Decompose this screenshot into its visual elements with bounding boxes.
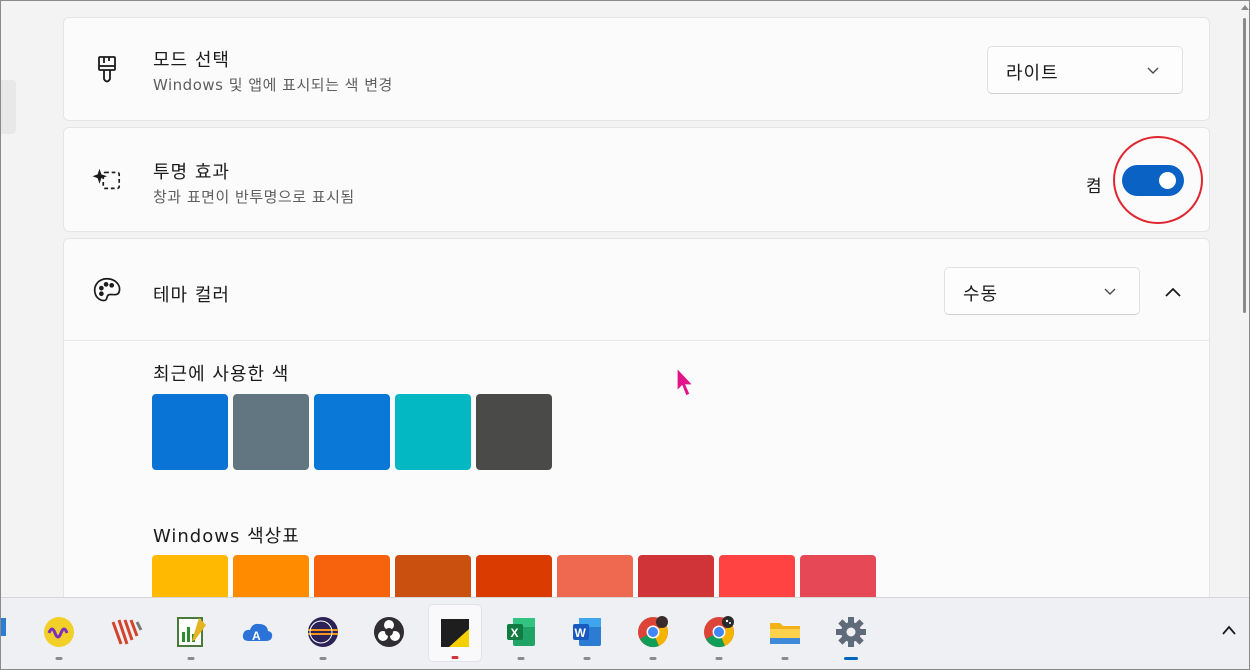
taskbar-item-cloud-a-app[interactable]: A xyxy=(230,604,284,662)
transparency-effects-icon xyxy=(92,164,122,194)
running-indicator xyxy=(451,656,459,659)
recent-color-swatch-4[interactable] xyxy=(395,394,471,470)
taskbar-item-file-explorer[interactable] xyxy=(758,604,812,662)
recent-colors-title: 최근에 사용한 색 xyxy=(153,364,290,385)
running-indicator xyxy=(517,657,525,660)
taskbar-item-stripes-app[interactable] xyxy=(98,604,152,662)
recent-color-swatch-5[interactable] xyxy=(476,394,552,470)
transparency-title: 투명 효과 xyxy=(153,162,230,183)
taskbar-item-chrome-profile-2[interactable] xyxy=(692,604,746,662)
running-indicator xyxy=(715,657,723,660)
mouse-cursor-icon xyxy=(676,367,695,397)
svg-text:X: X xyxy=(511,626,519,640)
taskbar-item-obs[interactable] xyxy=(362,604,416,662)
svg-text:A: A xyxy=(252,629,261,643)
chevron-up-icon xyxy=(1165,287,1181,297)
recent-color-swatch-3[interactable] xyxy=(314,394,390,470)
taskbar-item-chrome-profile-1[interactable] xyxy=(626,604,680,662)
mode-setting-card: 모드 선택 Windows 및 앱에 표시되는 색 변경 라이트 xyxy=(63,17,1210,121)
palette-title: Windows 색상표 xyxy=(153,526,300,547)
chrome-profile-2-icon xyxy=(704,616,734,648)
taskbar-item-word[interactable]: W xyxy=(560,604,614,662)
mode-dropdown[interactable]: 라이트 xyxy=(987,46,1183,94)
chrome-profile-1-icon xyxy=(638,616,668,648)
scrollbar[interactable] xyxy=(1239,0,1250,597)
taskbar-item-excel[interactable]: X xyxy=(494,604,548,662)
section-divider xyxy=(64,340,1209,341)
running-indicator xyxy=(649,657,657,660)
scroll-up-arrow-icon[interactable] xyxy=(1241,5,1249,10)
running-indicator xyxy=(319,657,327,660)
file-explorer-icon xyxy=(770,623,800,644)
running-indicator xyxy=(844,657,858,660)
obs-icon xyxy=(374,617,404,647)
recent-colors-row xyxy=(152,394,552,470)
word-icon: W xyxy=(573,618,601,646)
collapse-button[interactable] xyxy=(1158,281,1188,303)
partial-app-icon[interactable] xyxy=(0,612,7,642)
transparency-setting-card: 투명 효과 창과 표면이 반투명으로 표시됨 켬 xyxy=(63,127,1210,232)
sticky-notes-icon xyxy=(441,619,469,647)
running-indicator xyxy=(187,657,195,660)
running-indicator xyxy=(781,657,789,660)
taskbar-item-circle-wave-app[interactable] xyxy=(32,604,86,662)
theme-color-title: 테마 컬러 xyxy=(153,285,230,306)
eclipse-app-icon xyxy=(308,617,338,647)
highlight-circle xyxy=(1113,136,1203,224)
running-indicator xyxy=(55,657,63,660)
stripes-app-icon xyxy=(111,619,143,645)
taskbar-item-sticky-notes[interactable] xyxy=(428,604,482,662)
mode-description: Windows 및 앱에 표시되는 색 변경 xyxy=(153,76,393,94)
scrollbar-thumb[interactable] xyxy=(1243,18,1246,313)
notepad-chart-app-icon xyxy=(177,617,206,647)
paintbrush-icon xyxy=(92,55,122,85)
nav-selection-indicator xyxy=(0,80,16,134)
theme-color-dropdown-value: 수동 xyxy=(963,284,999,305)
toggle-state-label: 켬 xyxy=(1086,177,1102,197)
taskbar-item-notepad-chart-app[interactable] xyxy=(164,604,218,662)
excel-icon: X xyxy=(507,618,535,646)
mode-dropdown-value: 라이트 xyxy=(1006,63,1059,84)
chevron-down-icon xyxy=(1104,288,1116,295)
circle-wave-app-icon xyxy=(44,617,74,647)
taskbar: AXW xyxy=(0,597,1250,670)
palette-icon xyxy=(92,275,122,305)
recent-color-swatch-2[interactable] xyxy=(233,394,309,470)
transparency-description: 창과 표면이 반투명으로 표시됨 xyxy=(153,188,355,206)
taskbar-item-settings-gear[interactable] xyxy=(824,604,878,662)
cloud-a-app-icon: A xyxy=(242,623,273,643)
theme-color-dropdown[interactable]: 수동 xyxy=(944,267,1140,315)
taskbar-item-eclipse-app[interactable] xyxy=(296,604,350,662)
chevron-up-icon[interactable] xyxy=(1221,624,1237,636)
theme-color-card: 테마 컬러 수동 최근에 사용한 색 Windows 색상표 xyxy=(63,238,1210,631)
running-indicator xyxy=(583,657,591,660)
chevron-down-icon xyxy=(1147,67,1159,74)
settings-gear-icon xyxy=(836,617,866,647)
svg-text:W: W xyxy=(575,626,587,640)
mode-title: 모드 선택 xyxy=(153,50,230,71)
recent-color-swatch-1[interactable] xyxy=(152,394,228,470)
